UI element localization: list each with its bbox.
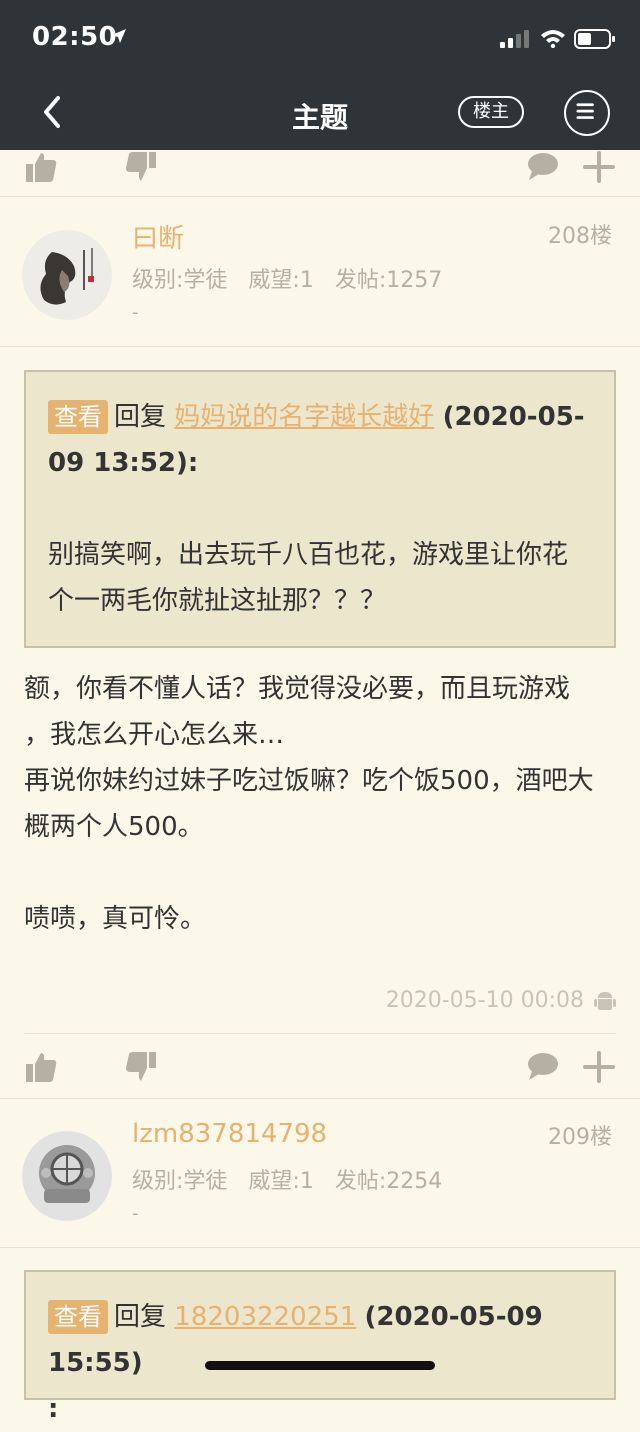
- quoted-user-link[interactable]: 18203220251: [174, 1302, 356, 1332]
- plus-icon[interactable]: [582, 150, 616, 184]
- user-meta: 级别:学徒 威望:1 发帖:2254: [132, 1163, 456, 1195]
- wifi-icon: [541, 30, 565, 48]
- post-header: 曰断 208楼 级别:学徒 威望:1 发帖:1257 -: [0, 198, 640, 347]
- divider: [24, 1033, 616, 1034]
- user-post-count: 发帖:1257: [334, 268, 443, 293]
- menu-button[interactable]: [564, 90, 610, 136]
- thumbs-down-icon[interactable]: [124, 1050, 158, 1084]
- post-username[interactable]: 曰断: [132, 218, 184, 255]
- cellular-signal-icon: [500, 30, 529, 48]
- quote-text: 别搞笑啊，出去玩千八百也花，游戏里让你花个一两毛你就扯这扯那？？？: [48, 540, 569, 616]
- quote-block: 查看 回复 18203220251 (2020-05-09 15:55) :: [24, 1270, 616, 1424]
- top-bar: 02:50 主题 楼主: [0, 0, 640, 150]
- menu-icon: [576, 103, 594, 119]
- thumbs-up-icon[interactable]: [24, 1050, 58, 1084]
- location-arrow-icon: [112, 29, 126, 43]
- avatar[interactable]: [22, 1131, 112, 1221]
- quoted-user-link[interactable]: 妈妈说的名字越长越好: [174, 402, 434, 432]
- android-icon: [594, 992, 616, 1010]
- user-prestige: 威望:1: [248, 1169, 314, 1194]
- body-line: ，我怎么开心怎么来…: [24, 720, 285, 750]
- view-quote-button[interactable]: 查看: [48, 1300, 108, 1334]
- body-line: 概两个人500。: [24, 812, 204, 842]
- comment-bubble-icon[interactable]: [526, 150, 560, 184]
- user-post-count: 发帖:2254: [334, 1169, 443, 1194]
- user-signature: -: [132, 302, 139, 323]
- thumbs-down-icon[interactable]: [124, 150, 158, 184]
- post-action-bar: [0, 1036, 640, 1098]
- user-level: 级别:学徒: [132, 1169, 228, 1194]
- reply-label: 回复: [114, 402, 167, 432]
- ink-painting-avatar-image: [22, 230, 112, 320]
- louzhu-filter-button[interactable]: 楼主: [458, 96, 524, 128]
- status-time: 02:50: [32, 22, 118, 52]
- view-quote-button[interactable]: 查看: [48, 400, 108, 434]
- home-indicator[interactable]: [205, 1361, 435, 1370]
- page-title: 主题: [291, 101, 348, 134]
- battery-icon: [574, 29, 615, 49]
- user-level: 级别:学徒: [132, 268, 228, 293]
- quote-date-tail: :: [48, 1394, 59, 1424]
- quote-block: 查看 回复 妈妈说的名字越长越好 (2020-05-09 13:52): 别搞笑啊…: [24, 370, 616, 648]
- plus-icon[interactable]: [582, 1050, 616, 1084]
- user-signature: -: [132, 1203, 139, 1224]
- body-line: 啧啧，真可怜。: [24, 904, 207, 934]
- post-header: lzm837814798 209楼 级别:学徒 威望:1 发帖:2254 -: [0, 1098, 640, 1248]
- body-line: [24, 850, 624, 896]
- user-prestige: 威望:1: [248, 268, 314, 293]
- user-meta: 级别:学徒 威望:1 发帖:1257: [132, 262, 456, 294]
- body-line: 额，你看不懂人话？我觉得没必要，而且玩游戏: [24, 674, 571, 704]
- comment-bubble-icon[interactable]: [526, 1050, 560, 1084]
- diving-helmet-avatar-image: [22, 1131, 112, 1221]
- floor-number: 209楼: [548, 1125, 612, 1150]
- reply-label: 回复: [114, 1302, 167, 1332]
- post-timestamp: 2020-05-10 00:08: [385, 988, 584, 1013]
- post-username[interactable]: lzm837814798: [132, 1119, 327, 1149]
- body-line: 再说你妹约过妹子吃过饭嘛？吃个饭500，酒吧大: [24, 766, 594, 796]
- post-action-bar: [0, 150, 640, 197]
- post-body: 额，你看不懂人话？我觉得没必要，而且玩游戏 ，我怎么开心怎么来… 再说你妹约过妹…: [24, 666, 624, 942]
- avatar[interactable]: [22, 230, 112, 320]
- floor-number: 208楼: [548, 224, 612, 249]
- thumbs-up-icon[interactable]: [24, 150, 58, 184]
